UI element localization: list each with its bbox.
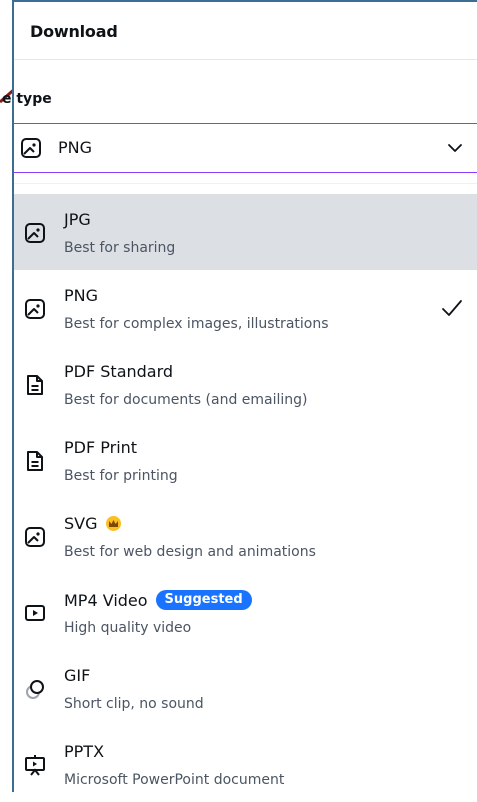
presentation-icon [25, 755, 45, 776]
image-icon [25, 223, 45, 243]
premium-crown-icon [105, 516, 121, 531]
suggested-badge: Suggested [155, 590, 252, 610]
option-mp4-video[interactable]: MP4 Video Suggested High quality video [14, 574, 477, 650]
option-svg[interactable]: SVG Best for web design and animations [14, 498, 477, 574]
file-type-options-list: JPG Best for sharing PNG Best for comple… [14, 194, 477, 802]
checkmark-icon [442, 300, 462, 316]
image-icon [25, 299, 45, 319]
file-type-select[interactable]: PNG [14, 123, 477, 173]
option-title: MP4 Video [64, 590, 148, 610]
option-title: PDF Print [64, 438, 138, 457]
option-png[interactable]: PNG Best for complex images, illustratio… [14, 270, 477, 346]
option-description: Best for web design and animations [64, 544, 316, 560]
option-description: Short clip, no sound [64, 696, 204, 712]
option-title: JPG [64, 210, 91, 229]
panel-title: Download [30, 22, 118, 41]
download-panel: Download e type PNG JPG Best for sharing [2, 0, 477, 792]
file-type-label: e type [2, 91, 52, 107]
option-description: Microsoft PowerPoint document [64, 772, 285, 788]
option-title: SVG [64, 514, 98, 533]
option-description: Best for complex images, illustrations [64, 316, 329, 332]
option-gif[interactable]: GIF Short clip, no sound [14, 650, 477, 726]
document-icon [27, 451, 43, 471]
list-divider [14, 183, 477, 184]
option-description: Best for sharing [64, 240, 176, 256]
image-icon [21, 138, 41, 158]
option-description: Best for printing [64, 468, 178, 484]
option-jpg[interactable]: JPG Best for sharing [14, 194, 477, 270]
option-description: High quality video [64, 620, 192, 636]
option-title: PPTX [64, 742, 105, 761]
gif-icon [26, 680, 44, 699]
file-type-value: PNG [58, 138, 93, 157]
option-pptx[interactable]: PPTX Microsoft PowerPoint document [14, 726, 477, 802]
option-description: Best for documents (and emailing) [64, 392, 308, 408]
option-title: PNG [64, 286, 99, 305]
document-icon [27, 375, 43, 395]
image-icon [25, 527, 45, 547]
chevron-down-icon [448, 144, 462, 152]
option-title: GIF [64, 666, 91, 685]
option-pdf-standard[interactable]: PDF Standard Best for documents (and ema… [14, 346, 477, 422]
video-icon [25, 605, 45, 621]
option-title: PDF Standard [64, 362, 174, 381]
header-divider [14, 59, 477, 60]
option-pdf-print[interactable]: PDF Print Best for printing [14, 422, 477, 498]
